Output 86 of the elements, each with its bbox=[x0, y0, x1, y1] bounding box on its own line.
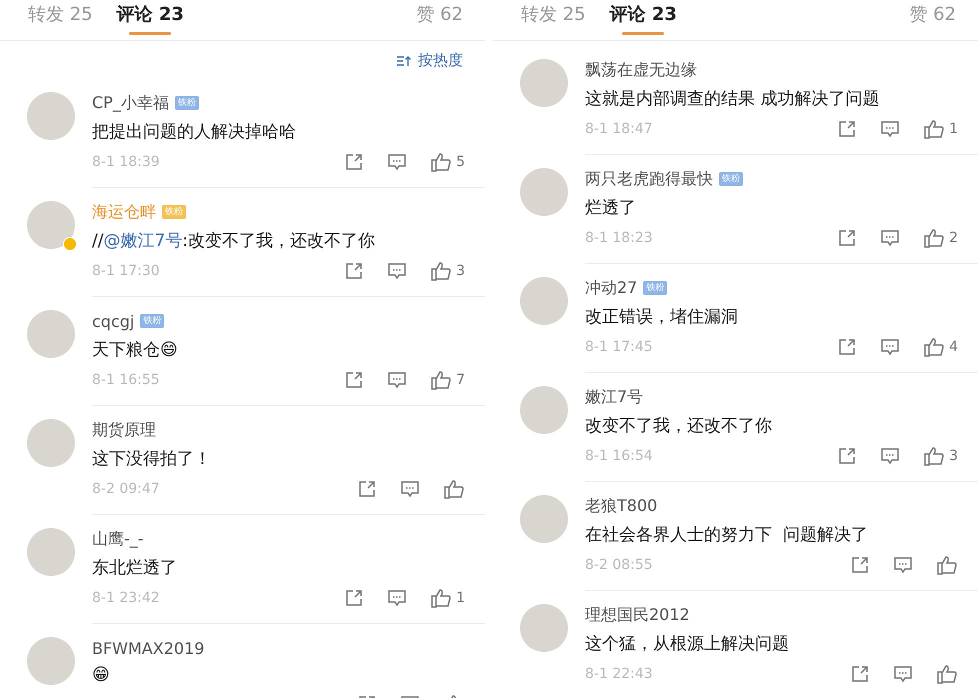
comment-time: 8-1 22:43 bbox=[585, 666, 654, 682]
thumbs-up-icon[interactable] bbox=[430, 152, 452, 172]
fan-badge: 铁粉 bbox=[643, 281, 668, 295]
share-icon[interactable] bbox=[344, 588, 364, 608]
user-name[interactable]: 冲动27 bbox=[585, 278, 638, 298]
comment-text: 改正错误，堵住漏洞 bbox=[585, 306, 739, 328]
comment-time: 8-1 18:23 bbox=[585, 230, 654, 246]
comment-text: 烂透了 bbox=[585, 197, 637, 219]
comment-time: 8-1 18:39 bbox=[92, 154, 161, 170]
share-icon[interactable] bbox=[344, 261, 364, 281]
comment-icon[interactable] bbox=[893, 555, 913, 575]
comment-text: 天下粮仓😄 bbox=[92, 339, 179, 361]
like-count: 3 bbox=[456, 263, 465, 279]
user-name[interactable]: 飘荡在虚无边缘 bbox=[585, 60, 697, 80]
comment-time: 8-1 23:42 bbox=[92, 590, 161, 606]
user-name[interactable]: 理想国民2012 bbox=[585, 604, 690, 626]
share-icon[interactable] bbox=[837, 119, 858, 139]
thumbs-up-icon[interactable] bbox=[923, 228, 946, 248]
user-name[interactable]: 嫩江7号 bbox=[585, 386, 644, 408]
comment-icon[interactable] bbox=[387, 261, 408, 281]
comment-icon[interactable] bbox=[893, 664, 913, 684]
comment-time: 8-1 17:30 bbox=[92, 263, 161, 279]
comment-time: 8-1 16:54 bbox=[585, 448, 654, 464]
share-icon[interactable] bbox=[357, 479, 377, 499]
mention-link[interactable]: @嫩江7号 bbox=[103, 231, 182, 251]
thumbs-up-icon[interactable] bbox=[923, 119, 946, 139]
user-name[interactable]: 两只老虎跑得最快 bbox=[585, 168, 713, 190]
comment-icon[interactable] bbox=[880, 119, 900, 139]
share-icon[interactable] bbox=[344, 152, 364, 172]
fan-badge: 铁粉 bbox=[174, 96, 199, 110]
comment-icon[interactable] bbox=[880, 446, 900, 466]
comment-text: 这下没得拍了！ bbox=[92, 448, 212, 470]
comment-icon[interactable] bbox=[400, 479, 420, 499]
user-name[interactable]: 老狼T800 bbox=[585, 496, 658, 516]
user-name[interactable]: BFWMAX2019 bbox=[92, 638, 204, 658]
comment-time: 8-2 09:47 bbox=[92, 481, 161, 497]
comment-time: 8-2 08:55 bbox=[585, 557, 654, 573]
thumbs-up-icon[interactable] bbox=[936, 555, 958, 575]
tab[interactable]: 评论 23 bbox=[116, 0, 184, 40]
sort-icon bbox=[396, 54, 412, 66]
comment-icon[interactable] bbox=[387, 588, 408, 608]
share-icon[interactable] bbox=[344, 370, 364, 390]
user-name[interactable]: 期货原理 bbox=[92, 420, 156, 440]
thumbs-up-icon[interactable] bbox=[923, 337, 946, 357]
like-count: 2 bbox=[949, 230, 958, 246]
like-count: 5 bbox=[456, 154, 465, 170]
comment-time: 8-1 18:47 bbox=[585, 121, 654, 137]
thumbs-up-icon[interactable] bbox=[443, 479, 465, 499]
thumbs-up-icon[interactable] bbox=[936, 664, 958, 684]
thumbs-up-icon[interactable] bbox=[430, 370, 452, 390]
comment-text: //@嫩江7号:改变不了我，还改不了你 bbox=[92, 230, 376, 252]
comment-text: 这就是内部调查的结果 成功解决了问题 bbox=[585, 88, 880, 110]
comment-text: 东北烂透了 bbox=[92, 557, 178, 579]
comment-text: 把提出问题的人解决掉哈哈 bbox=[92, 121, 297, 143]
like-count: 7 bbox=[456, 372, 465, 388]
comment-time: 8-1 17:45 bbox=[585, 339, 654, 355]
comment-icon[interactable] bbox=[387, 370, 408, 390]
share-icon[interactable] bbox=[837, 446, 858, 466]
thumbs-up-icon[interactable] bbox=[430, 588, 452, 608]
tab[interactable]: 评论 23 bbox=[610, 0, 677, 40]
thumbs-up-icon[interactable] bbox=[430, 261, 452, 281]
like-count: 1 bbox=[456, 590, 465, 606]
like-count: 1 bbox=[949, 121, 958, 137]
share-icon[interactable] bbox=[837, 228, 858, 248]
user-name[interactable]: CP_小幸福 bbox=[92, 92, 169, 114]
comment-text: 😁 bbox=[92, 665, 111, 685]
fan-badge: 铁粉 bbox=[719, 172, 743, 186]
sort-button[interactable]: 按热度 bbox=[396, 51, 463, 70]
user-name[interactable]: cqcgj bbox=[92, 312, 134, 330]
comment-text: 在社会各界人士的努力下 问题解决了 bbox=[585, 524, 869, 546]
user-name[interactable]: 山鹰-_- bbox=[92, 528, 144, 550]
comment-text: 这个猛，从根源上解决问题 bbox=[585, 633, 790, 655]
share-icon[interactable] bbox=[850, 664, 870, 684]
share-icon[interactable] bbox=[837, 337, 858, 357]
comment-icon[interactable] bbox=[387, 152, 408, 172]
thumbs-up-icon[interactable] bbox=[923, 446, 946, 466]
like-count: 4 bbox=[949, 339, 958, 355]
verified-badge bbox=[63, 237, 77, 251]
comment-icon[interactable] bbox=[880, 228, 900, 248]
comment-icon[interactable] bbox=[880, 337, 900, 357]
fan-badge: 铁粉 bbox=[162, 205, 186, 219]
like-count: 3 bbox=[949, 448, 958, 464]
comment-text: 改变不了我，还改不了你 bbox=[585, 415, 773, 437]
fan-badge: 铁粉 bbox=[140, 314, 164, 328]
share-icon[interactable] bbox=[850, 555, 870, 575]
comment-time: 8-1 16:55 bbox=[92, 372, 161, 388]
